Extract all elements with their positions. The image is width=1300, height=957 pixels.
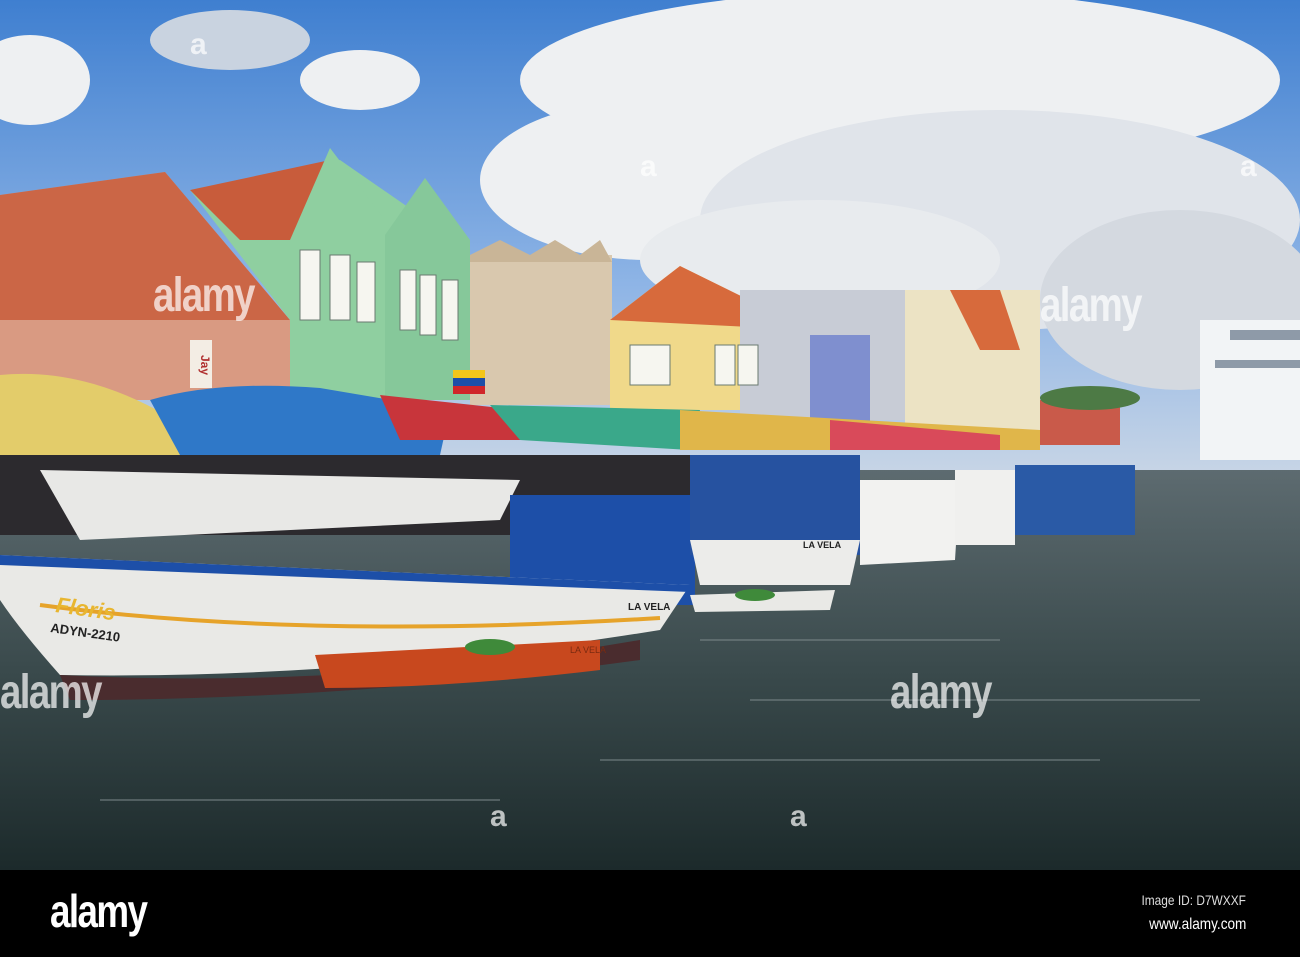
harbor-photo: Jay Floris ADYN-2210 LA VELA LA VELA LA [0,0,1300,870]
footer-bar: alamy Image ID: D7WXXF www.alamy.com [0,870,1300,957]
alamy-logo: alamy [50,885,148,937]
venezuelan-flag [453,370,485,394]
stock-photo: Jay Floris ADYN-2210 LA VELA LA VELA LA [0,0,1300,957]
site-url: www.alamy.com [1148,916,1246,933]
shop-sign-text: Jay [198,355,212,375]
image-id: Image ID: D7WXXF [1141,892,1246,908]
boat-port-2: LA VELA [803,540,842,550]
dinghy-name: LA VELA [570,645,606,655]
boat-port: LA VELA [628,602,670,613]
